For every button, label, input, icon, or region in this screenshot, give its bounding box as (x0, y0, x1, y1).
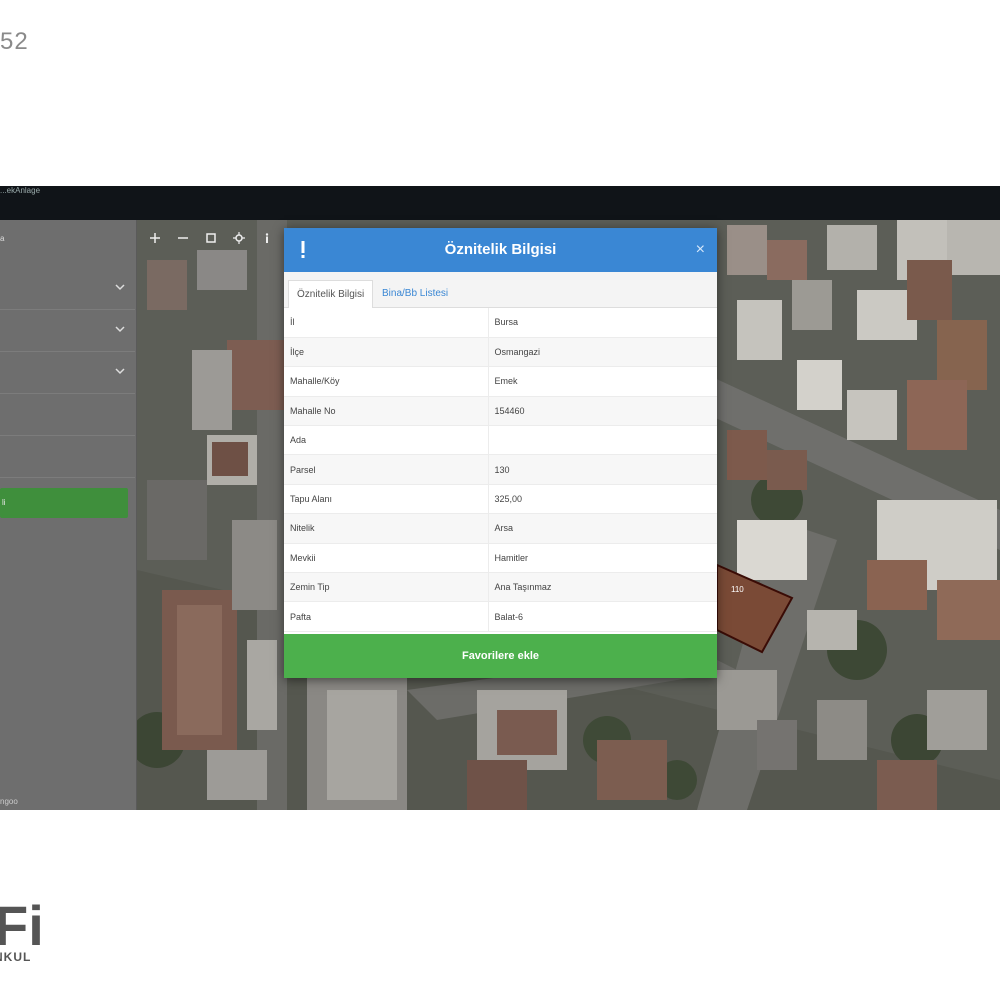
chevron-down-icon (115, 368, 125, 375)
attribute-key: Mahalle/Köy (284, 366, 489, 397)
dialog-header: Öznitelik Bilgisi × (284, 228, 717, 272)
attribute-value: Balat-6 (488, 601, 717, 632)
zoom-in-button[interactable] (145, 228, 165, 248)
attribute-value: 325,00 (488, 484, 717, 515)
fullscreen-icon (206, 233, 216, 243)
close-icon[interactable]: × (696, 241, 705, 259)
minus-icon (178, 237, 188, 239)
attribute-value: Emek (488, 366, 717, 397)
sidebar-select-1[interactable] (0, 270, 135, 310)
attribute-key: Tapu Alanı (284, 484, 489, 515)
corner-number: 52 (0, 28, 29, 55)
table-row: Ada (284, 425, 717, 456)
attribute-value: Bursa (488, 308, 717, 338)
attribute-key: Zemin Tip (284, 572, 489, 603)
sidebar-select-3[interactable] (0, 354, 135, 394)
chevron-down-icon (115, 326, 125, 333)
tab-building-list[interactable]: Bina/Bb Listesi (374, 280, 456, 308)
brand-logo-mark: Fi (0, 894, 44, 957)
zoom-out-button[interactable] (173, 228, 193, 248)
attribute-key: Mahalle No (284, 396, 489, 427)
fullscreen-button[interactable] (201, 228, 221, 248)
attribute-key: Pafta (284, 601, 489, 632)
sidebar-heading: a (0, 234, 5, 243)
attribute-value: 154460 (488, 396, 717, 427)
attribute-info-dialog: Öznitelik Bilgisi × Öznitelik Bilgisi Bi… (284, 228, 717, 678)
attribute-value: Hamitler (488, 543, 717, 574)
dialog-tabs: Öznitelik Bilgisi Bina/Bb Listesi (284, 272, 717, 308)
chevron-down-icon (115, 284, 125, 291)
attribute-value: Arsa (488, 513, 717, 544)
sidebar-footer-text: ngoo (0, 797, 18, 806)
info-icon (265, 233, 269, 243)
sidebar-query-button-label: li (2, 498, 6, 507)
left-sidebar: a li ngoo (0, 220, 137, 810)
brand-logo: Fi NKUL (0, 898, 54, 968)
attribute-key: Ada (284, 425, 489, 456)
parcel-label: 110 (731, 585, 744, 594)
attribute-value: Osmangazi (488, 337, 717, 368)
titlebar-text: ...ekAnlage (0, 186, 41, 195)
add-to-favorites-button[interactable]: Favorilere ekle (284, 634, 717, 678)
attribute-key: Nitelik (284, 513, 489, 544)
sidebar-query-button[interactable]: li (0, 488, 128, 518)
sidebar-input-1[interactable] (0, 396, 135, 436)
table-row: Tapu Alanı 325,00 (284, 484, 717, 515)
sidebar-input-2[interactable] (0, 438, 135, 478)
plus-icon (150, 233, 160, 243)
sidebar-select-2[interactable] (0, 312, 135, 352)
attribute-key: İlçe (284, 337, 489, 368)
attribute-key: Parsel (284, 454, 489, 485)
table-row: Parsel 130 (284, 454, 717, 485)
attribute-value: 130 (488, 454, 717, 485)
attribute-value: Ana Taşınmaz (488, 572, 717, 603)
table-row: İl Bursa (284, 308, 717, 338)
dialog-title: Öznitelik Bilgisi (444, 241, 557, 258)
table-row: Zemin Tip Ana Taşınmaz (284, 572, 717, 603)
screenshot-canvas: 52 ...ekAnlage a li ngoo 110 Öznitelik B… (0, 0, 1000, 1000)
attribute-key: İl (284, 308, 489, 338)
table-row: İlçe Osmangazi (284, 337, 717, 368)
titlebar: ...ekAnlage (0, 186, 1000, 220)
attribute-table: İl Bursa İlçe Osmangazi Mahalle/Köy Emek Mahal… (284, 308, 717, 632)
info-button[interactable] (257, 228, 277, 248)
tab-attribute-info[interactable]: Öznitelik Bilgisi (288, 280, 374, 308)
attribute-value (488, 425, 717, 456)
locate-button[interactable] (229, 228, 249, 248)
table-row: Mevkii Hamitler (284, 543, 717, 574)
table-row: Pafta Balat-6 (284, 601, 717, 632)
attribute-key: Mevkii (284, 543, 489, 574)
locate-icon (233, 232, 245, 244)
table-row: Mahalle No 154460 (284, 396, 717, 427)
table-row: Mahalle/Köy Emek (284, 366, 717, 397)
map-toolbar (145, 228, 277, 248)
table-row: Nitelik Arsa (284, 513, 717, 544)
brand-logo-subtext: NKUL (0, 950, 32, 964)
